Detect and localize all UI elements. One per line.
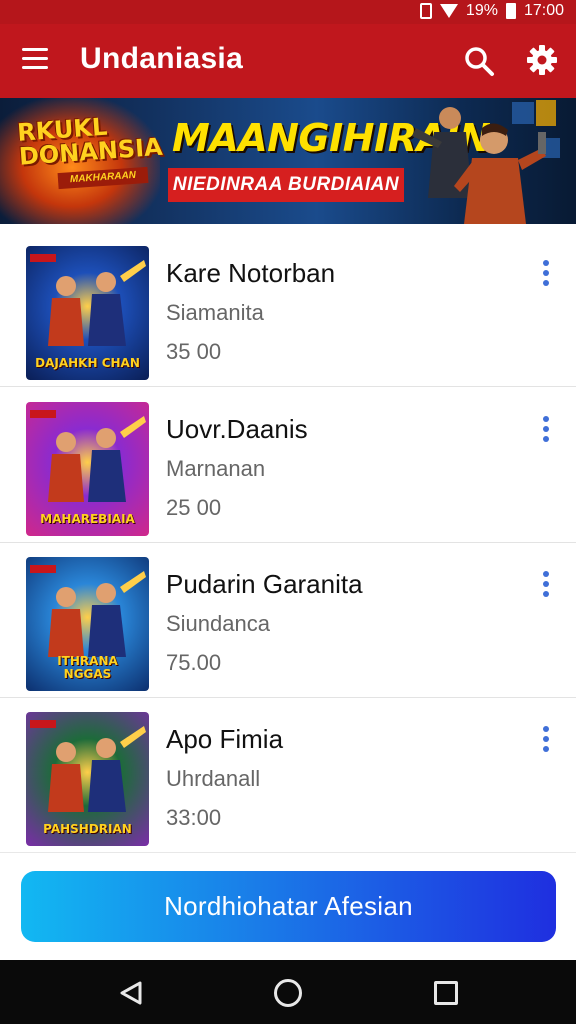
item-title: Kare Notorban (166, 258, 336, 288)
item-title: Uovr.Daanis (166, 414, 308, 444)
list-item[interactable]: PAHSHDRIAN Apo Fimia Uhrdanall 33:00 (0, 698, 576, 853)
battery-icon (505, 3, 516, 19)
more-options-icon[interactable] (538, 726, 554, 756)
clock: 17:00 (523, 2, 564, 19)
game-thumbnail: MAHAREBIAIA (26, 402, 149, 536)
status-bar: 19% 17:00 (0, 0, 576, 24)
more-options-icon[interactable] (538, 416, 554, 446)
menu-icon[interactable] (22, 48, 50, 72)
vibrate-icon (419, 3, 432, 19)
banner-characters-illustration (412, 100, 560, 224)
list-item[interactable]: DAJAHKH CHAN Kare Notorban Siamanita 35 00 (0, 232, 576, 387)
thumbnail-title-art: MAHAREBIAIA (40, 512, 135, 526)
thumbnail-title-art: ITHRANA NGGAS (57, 654, 118, 681)
settings-gear-icon[interactable] (526, 44, 558, 76)
wifi-icon (439, 4, 458, 18)
item-subtitle: Marnanan (166, 456, 266, 481)
item-subtitle: Siamanita (166, 300, 264, 325)
recent-apps-icon[interactable] (434, 981, 458, 1005)
item-subtitle: Uhrdanall (166, 766, 261, 791)
item-price: 35 00 (166, 339, 222, 364)
app-bar: Undaniasia (0, 24, 576, 98)
item-title: Apo Fimia (166, 724, 284, 754)
game-thumbnail: DAJAHKH CHAN (26, 246, 149, 380)
thumbnail-title-art: DAJAHKH CHAN (35, 356, 140, 370)
list-item[interactable]: ITHRANA NGGAS Pudarin Garanita Siundanca 75… (0, 543, 576, 698)
game-thumbnail: ITHRANA NGGAS (26, 557, 149, 691)
system-nav-bar (0, 960, 576, 1024)
item-price: 25 00 (166, 495, 222, 520)
primary-action-button[interactable]: Nordhiohatar Afesian (21, 871, 556, 942)
status-icons: 19% 17:00 (419, 2, 564, 20)
banner-subheadline: NIEDINRAA BURDIAIAN (168, 168, 404, 202)
app-title: Undaniasia (80, 42, 244, 75)
item-price: 33:00 (166, 805, 222, 830)
more-options-icon[interactable] (538, 260, 554, 290)
promo-banner[interactable]: RKUKL DONANSIA MAKHARAAN MAANGIHIRAIN NI… (0, 98, 576, 224)
more-options-icon[interactable] (538, 571, 554, 601)
list-item[interactable]: MAHAREBIAIA Uovr.Daanis Marnanan 25 00 (0, 388, 576, 543)
back-icon[interactable] (118, 980, 144, 1006)
item-title: Pudarin Garanita (166, 569, 363, 599)
item-price: 75.00 (166, 650, 222, 675)
battery-percent: 19% (465, 2, 498, 19)
search-icon[interactable] (462, 44, 496, 78)
thumbnail-title-art: PAHSHDRIAN (43, 822, 132, 836)
game-thumbnail: PAHSHDRIAN (26, 712, 149, 846)
home-icon[interactable] (274, 979, 302, 1007)
item-subtitle: Siundanca (166, 611, 270, 636)
banner-logo: RKUKL DONANSIA (16, 112, 164, 171)
bottom-action-bar: Nordhiohatar Afesian (0, 852, 576, 960)
